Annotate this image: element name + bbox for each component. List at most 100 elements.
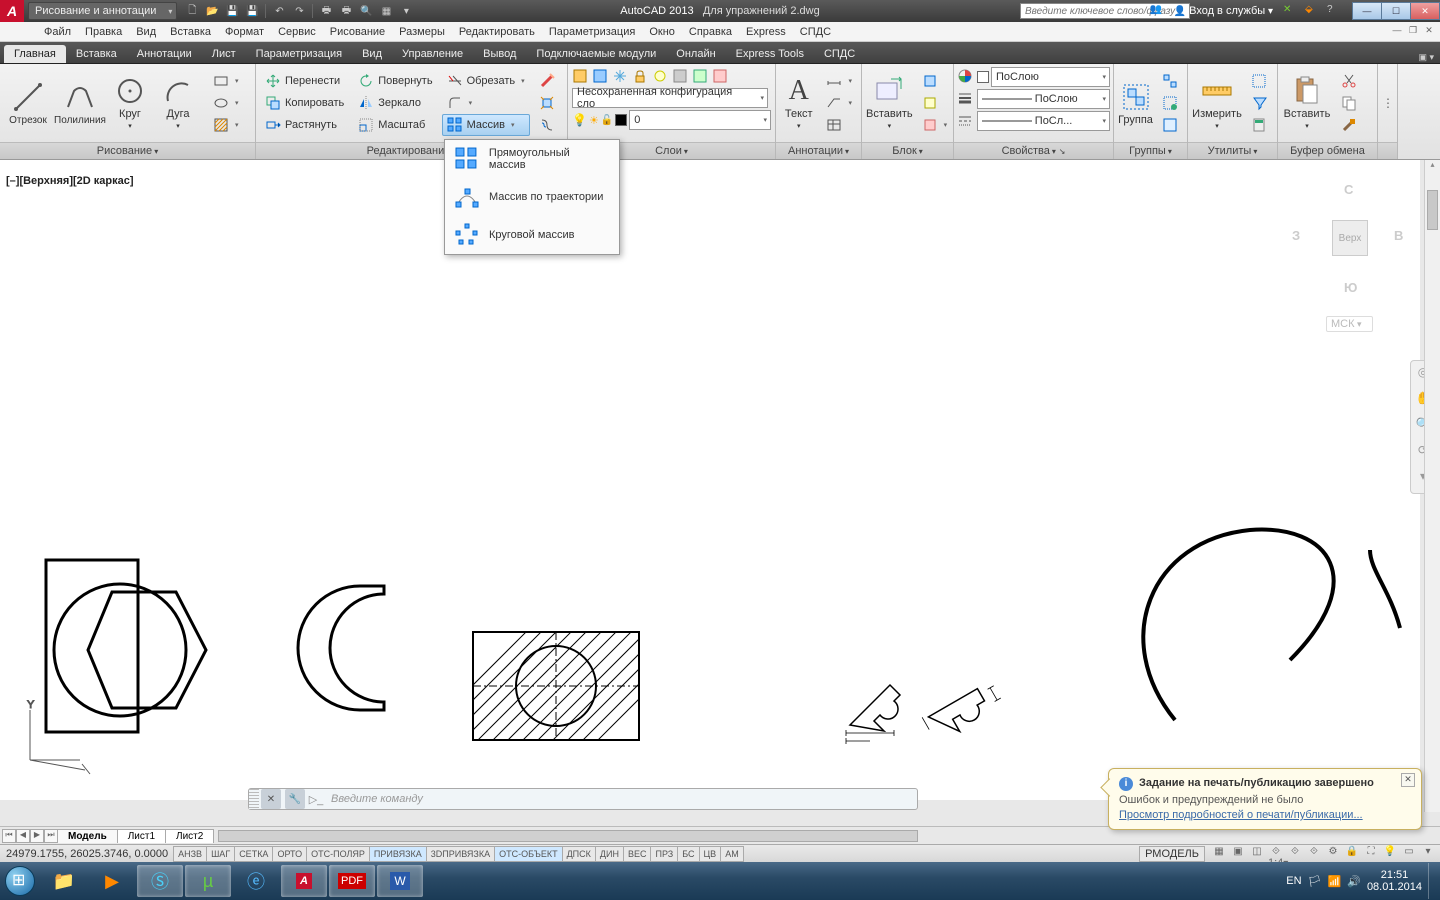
panel-annot-title[interactable]: Аннотации▾	[776, 142, 861, 159]
menu-insert[interactable]: Вставка	[170, 26, 211, 38]
layout-tab-sheet2[interactable]: Лист2	[165, 829, 214, 843]
help-icon[interactable]: ?	[1327, 4, 1341, 18]
tool-rotate[interactable]: Повернуть	[353, 70, 437, 92]
tray-lang[interactable]: EN	[1286, 875, 1301, 887]
ribbon-tab-layout[interactable]: Лист	[202, 45, 246, 63]
tool-polyline[interactable]: Полилиния	[56, 66, 104, 140]
qat-open-icon[interactable]: 📂	[203, 2, 221, 20]
tool-measure[interactable]: Измерить▾	[1192, 66, 1242, 140]
drawing-canvas[interactable]: Y	[0, 160, 1420, 800]
balloon-link[interactable]: Просмотр подробностей о печати/публикаци…	[1119, 809, 1411, 821]
status-toggle-ам[interactable]: АМ	[720, 846, 744, 862]
tool-mirror[interactable]: Зеркало	[353, 92, 437, 114]
workspace-selector[interactable]: Рисование и аннотации	[28, 2, 177, 20]
task-utorrent-icon[interactable]: µ	[185, 865, 231, 897]
tool-block-attr-icon[interactable]: ▾	[917, 114, 953, 136]
task-explorer-icon[interactable]: 📁	[41, 865, 87, 897]
help-rss-icon[interactable]: ⬙	[1305, 4, 1319, 18]
status-model-button[interactable]: РМОДЕЛЬ	[1139, 846, 1205, 862]
doc-minimize-button[interactable]: —	[1390, 25, 1404, 39]
panel-groups-title[interactable]: Группы▾	[1114, 142, 1187, 159]
tool-cut-icon[interactable]	[1336, 70, 1362, 92]
layout-tab-model[interactable]: Модель	[57, 829, 118, 843]
doc-close-button[interactable]: ✕	[1422, 25, 1436, 39]
tool-ellipse[interactable]: ▾	[208, 92, 244, 114]
status-annovis-icon[interactable]: ⟐	[1287, 846, 1303, 862]
menu-file[interactable]: Файл	[44, 26, 71, 38]
qat-undo-icon[interactable]: ↶	[270, 2, 288, 20]
signin-link[interactable]: 👤 Вход в службы ▾	[1170, 5, 1277, 17]
sun-icon[interactable]: ☀	[589, 114, 599, 127]
array-rectangular-item[interactable]: Прямоугольный массив	[445, 140, 619, 178]
status-toggle-цв[interactable]: ЦВ	[699, 846, 722, 862]
tool-ungroup-icon[interactable]	[1157, 70, 1183, 92]
linetype-combo[interactable]: ПоСл...	[977, 111, 1110, 131]
viewcube-top-face[interactable]: Верх	[1332, 220, 1368, 256]
status-toggle-сетка[interactable]: СЕТКА	[234, 846, 273, 862]
qat-preview-icon[interactable]: 🔍	[357, 2, 375, 20]
tool-block-create-icon[interactable]	[917, 70, 953, 92]
menu-help[interactable]: Справка	[689, 26, 732, 38]
layer-merge-icon[interactable]	[692, 68, 710, 86]
ribbon-tab-online[interactable]: Онлайн	[666, 45, 725, 63]
tool-circle[interactable]: Круг▾	[108, 66, 152, 140]
tool-matchprop-icon[interactable]	[1336, 114, 1362, 136]
viewcube[interactable]: С Ю З В Верх МСК ▾	[1282, 176, 1412, 346]
tool-dimension-icon[interactable]: ▾	[821, 70, 857, 92]
status-toggle-дпск[interactable]: ДПСК	[562, 846, 596, 862]
tray-flag-icon[interactable]: 🏳	[1308, 875, 1322, 888]
tool-arc[interactable]: Дуга▾	[156, 66, 200, 140]
ribbon-tab-output[interactable]: Вывод	[473, 45, 526, 63]
panel-props-title[interactable]: Свойства▾ ↘	[954, 142, 1113, 159]
qat-new-icon[interactable]: 🗋	[183, 2, 201, 20]
ribbon-expand-icon[interactable]: ▣ ▾	[1412, 52, 1440, 63]
tool-group-edit-icon[interactable]	[1157, 92, 1183, 114]
task-word-icon[interactable]: W	[377, 865, 423, 897]
viewport-label[interactable]: [–][Верхняя][2D каркас]	[6, 175, 134, 187]
tool-array[interactable]: Массив▾	[442, 114, 530, 136]
viewcube-west[interactable]: З	[1292, 228, 1300, 243]
ribbon-tab-view[interactable]: Вид	[352, 45, 392, 63]
layer-lock-icon[interactable]	[632, 68, 650, 86]
cmdline-options-icon[interactable]: 🔧	[285, 789, 305, 809]
menu-window[interactable]: Окно	[649, 26, 675, 38]
ribbon-tab-express[interactable]: Express Tools	[726, 45, 814, 63]
tool-hatch[interactable]: ▾	[208, 114, 244, 136]
status-qp-icon[interactable]: ◫	[1249, 846, 1265, 862]
status-annoauto-icon[interactable]: ⟐	[1306, 846, 1322, 862]
status-toggle-бс[interactable]: БС	[677, 846, 699, 862]
ribbon-tab-parametric[interactable]: Параметризация	[246, 45, 352, 63]
panel-block-title[interactable]: Блок▾	[862, 142, 953, 159]
exchange-icon[interactable]: ✕	[1283, 4, 1297, 18]
status-isolate-icon[interactable]: 💡	[1382, 846, 1398, 862]
ribbon-tab-manage[interactable]: Управление	[392, 45, 473, 63]
panel-utils-title[interactable]: Утилиты▾	[1188, 142, 1277, 159]
qat-saveas-icon[interactable]: 💾	[243, 2, 261, 20]
ribbon-overflow-icon[interactable]: ⋮	[1382, 96, 1394, 110]
status-toggle-прз[interactable]: ПРЗ	[650, 846, 678, 862]
tool-fillet[interactable]: ▾	[442, 92, 530, 114]
maximize-button[interactable]: ☐	[1381, 2, 1411, 20]
linetype-icon[interactable]	[957, 112, 975, 130]
panel-draw-title[interactable]: Рисование▾	[0, 142, 255, 159]
status-ws-icon[interactable]: ⚙	[1325, 846, 1341, 862]
qat-dropdown-icon[interactable]: ▾	[397, 2, 415, 20]
minimize-button[interactable]: —	[1352, 2, 1382, 20]
status-lock-icon[interactable]: 🔒	[1344, 846, 1360, 862]
menu-modify[interactable]: Редактировать	[459, 26, 535, 38]
viewcube-wcs-label[interactable]: МСК ▾	[1326, 316, 1373, 332]
layout-nav-prev-icon[interactable]: ◀	[16, 829, 30, 843]
status-clean-icon[interactable]: ▭	[1401, 846, 1417, 862]
menu-express[interactable]: Express	[746, 26, 786, 38]
bulb-on-icon[interactable]: 💡	[572, 113, 587, 127]
status-grid-icon[interactable]: ▦	[1211, 846, 1227, 862]
tool-move[interactable]: Перенести	[260, 70, 349, 92]
menu-parametric[interactable]: Параметризация	[549, 26, 635, 38]
status-coords[interactable]: 24979.1755, 26025.3746, 0.0000	[0, 848, 174, 860]
color-combo[interactable]: ПоСлою	[991, 67, 1110, 87]
start-button[interactable]	[0, 862, 40, 900]
array-polar-item[interactable]: Круговой массив	[445, 216, 619, 254]
layer-state-combo[interactable]: Несохраненная конфигурация сло	[572, 88, 768, 108]
status-toggle-дин[interactable]: ДИН	[595, 846, 624, 862]
viewcube-south[interactable]: Ю	[1344, 280, 1357, 295]
